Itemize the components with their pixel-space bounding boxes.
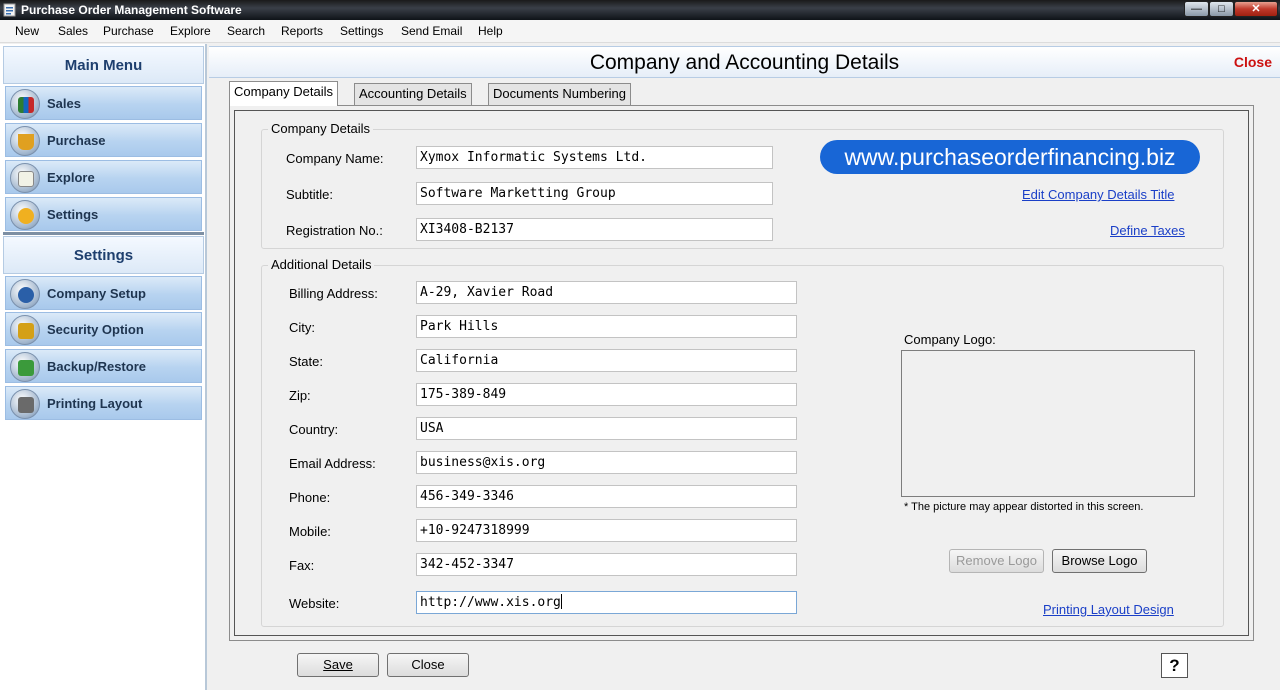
sidebar-separator	[3, 232, 204, 235]
country-label: Country:	[289, 422, 339, 437]
logo-distortion-note: * The picture may appear distorted in th…	[904, 501, 1144, 513]
mobile-field[interactable]: +10-9247318999	[416, 519, 797, 542]
sidebar-item-label: Explore	[47, 170, 95, 185]
sidebar-item-backup-restore[interactable]: Backup/Restore	[5, 349, 202, 383]
website-field[interactable]: http://www.xis.org	[416, 591, 797, 614]
subtitle-label: Subtitle:	[286, 187, 333, 202]
sidebar-item-label: Settings	[47, 207, 99, 222]
title-bar: Purchase Order Management Software — □ ✕	[0, 0, 1280, 20]
company-name-field[interactable]: Xymox Informatic Systems Ltd.	[416, 146, 773, 169]
lock-icon	[10, 315, 40, 345]
tab-documents-numbering[interactable]: Documents Numbering	[488, 83, 631, 105]
minimize-icon[interactable]: —	[1184, 1, 1209, 17]
menu-sales[interactable]: Sales	[58, 24, 88, 38]
printing-layout-design-link[interactable]: Printing Layout Design	[1043, 602, 1174, 617]
country-field[interactable]: USA	[416, 417, 797, 440]
website-label: Website:	[289, 596, 340, 611]
save-button[interactable]: Save	[297, 653, 379, 677]
main-content: Company and Accounting Details Close Com…	[209, 46, 1280, 690]
sidebar-item-label: Sales	[47, 96, 81, 111]
save-label: Save	[323, 657, 353, 672]
website-value: http://www.xis.org	[420, 595, 561, 610]
billing-address-label: Billing Address:	[289, 286, 378, 301]
state-field[interactable]: California	[416, 349, 797, 372]
sidebar-item-purchase[interactable]: Purchase	[5, 123, 202, 157]
purchase-basket-icon	[10, 126, 40, 156]
explore-icon	[10, 163, 40, 193]
menu-settings[interactable]: Settings	[340, 24, 383, 38]
billing-address-field[interactable]: A-29, Xavier Road	[416, 281, 797, 304]
menu-help[interactable]: Help	[478, 24, 503, 38]
sidebar-item-security-option[interactable]: Security Option	[5, 312, 202, 346]
panel-frame: Company Details Company Name: Xymox Info…	[234, 110, 1249, 636]
email-label: Email Address:	[289, 456, 376, 471]
menu-bar: New Sales Purchase Explore Search Report…	[0, 20, 1280, 43]
menu-purchase[interactable]: Purchase	[103, 24, 154, 38]
city-label: City:	[289, 320, 315, 335]
settings-heading: Settings	[3, 236, 204, 274]
sidebar-item-sales[interactable]: Sales	[5, 86, 202, 120]
additional-details-legend: Additional Details	[268, 257, 375, 272]
menu-send-email[interactable]: Send Email	[401, 24, 462, 38]
close-button[interactable]: Close	[387, 653, 469, 677]
sidebar-item-printing-layout[interactable]: Printing Layout	[5, 386, 202, 420]
company-setup-icon	[10, 279, 40, 309]
main-menu-heading: Main Menu	[3, 46, 204, 84]
registration-field[interactable]: XI3408-B2137	[416, 218, 773, 241]
window-close-icon[interactable]: ✕	[1234, 1, 1278, 17]
sidebar-item-label: Security Option	[47, 322, 144, 337]
email-field[interactable]: business@xis.org	[416, 451, 797, 474]
sidebar-item-label: Printing Layout	[47, 396, 143, 411]
mobile-label: Mobile:	[289, 524, 331, 539]
tab-accounting-details[interactable]: Accounting Details	[354, 83, 472, 105]
sidebar-item-company-setup[interactable]: Company Setup	[5, 276, 202, 310]
window-title: Purchase Order Management Software	[21, 3, 242, 17]
sidebar-item-label: Company Setup	[47, 286, 146, 301]
remove-logo-button[interactable]: Remove Logo	[949, 549, 1044, 573]
backup-icon	[10, 352, 40, 382]
browse-logo-button[interactable]: Browse Logo	[1052, 549, 1147, 573]
state-label: State:	[289, 354, 323, 369]
company-details-panel: Company Details Company Name: Xymox Info…	[229, 105, 1254, 641]
sidebar-item-settings[interactable]: Settings	[5, 197, 202, 231]
sidebar-item-explore[interactable]: Explore	[5, 160, 202, 194]
help-icon[interactable]: ?	[1161, 653, 1188, 678]
phone-field[interactable]: 456-349-3346	[416, 485, 797, 508]
menu-new[interactable]: New	[15, 24, 39, 38]
company-details-legend: Company Details	[268, 121, 373, 136]
close-link[interactable]: Close	[1234, 54, 1272, 70]
menu-search[interactable]: Search	[227, 24, 265, 38]
menu-explore[interactable]: Explore	[170, 24, 211, 38]
company-name-label: Company Name:	[286, 151, 384, 166]
printer-icon	[10, 389, 40, 419]
company-logo-preview	[901, 350, 1195, 497]
subtitle-field[interactable]: Software Marketting Group	[416, 182, 773, 205]
page-header: Company and Accounting Details Close	[209, 46, 1280, 78]
zip-field[interactable]: 175-389-849	[416, 383, 797, 406]
app-icon	[3, 3, 16, 17]
maximize-icon[interactable]: □	[1209, 1, 1234, 17]
tab-company-details[interactable]: Company Details	[229, 81, 338, 106]
company-logo-label: Company Logo:	[904, 332, 996, 347]
fax-label: Fax:	[289, 558, 315, 573]
phone-label: Phone:	[289, 490, 331, 505]
zip-label: Zip:	[289, 388, 311, 403]
website-banner: www.purchaseorderfinancing.biz	[820, 140, 1200, 174]
sales-chart-icon	[10, 89, 40, 119]
edit-company-title-link[interactable]: Edit Company Details Title	[1022, 187, 1174, 202]
registration-label: Registration No.:	[286, 223, 383, 238]
sidebar: Main Menu Sales Purchase Explore Setting…	[0, 44, 207, 690]
city-field[interactable]: Park Hills	[416, 315, 797, 338]
page-title: Company and Accounting Details	[589, 51, 900, 74]
fax-field[interactable]: 342-452-3347	[416, 553, 797, 576]
text-caret	[560, 594, 562, 609]
sidebar-item-label: Purchase	[47, 133, 106, 148]
define-taxes-link[interactable]: Define Taxes	[1110, 223, 1185, 238]
settings-gear-icon	[10, 200, 40, 230]
sidebar-item-label: Backup/Restore	[47, 359, 146, 374]
menu-reports[interactable]: Reports	[281, 24, 323, 38]
